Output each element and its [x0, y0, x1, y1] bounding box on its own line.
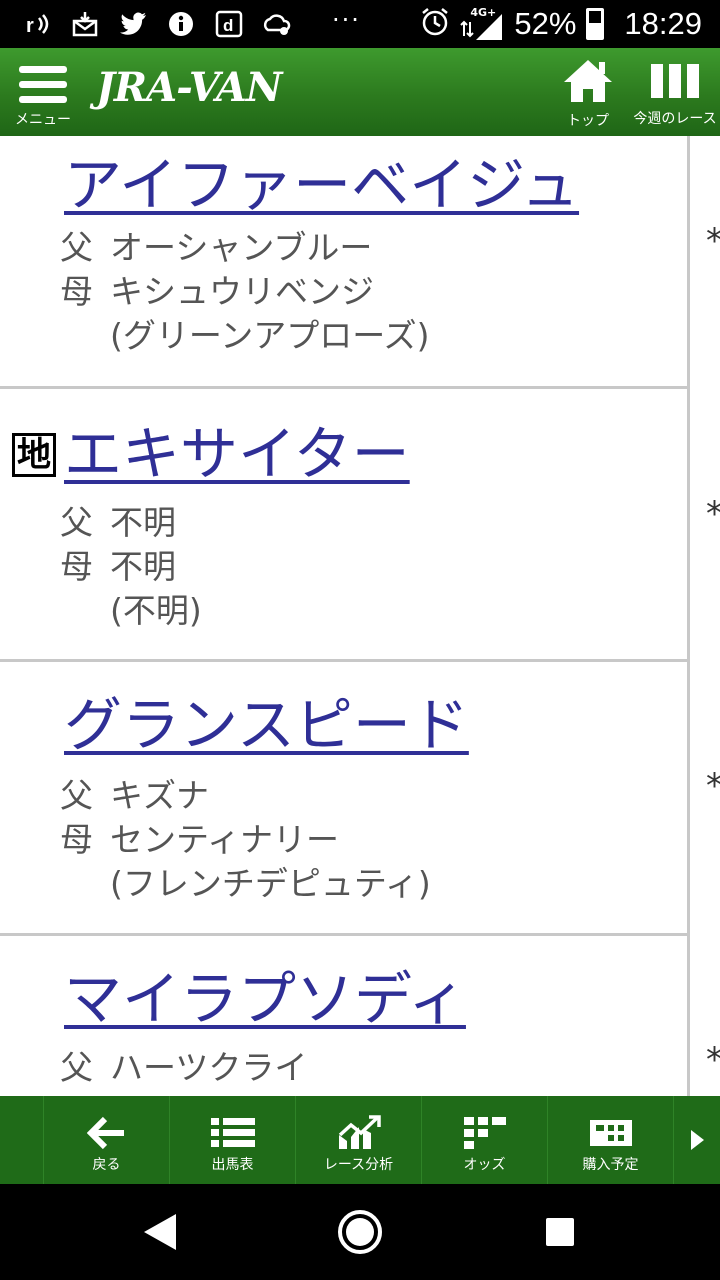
purchase-plan-label: 購入予定: [582, 1157, 639, 1173]
home-circle-icon[interactable]: [336, 1208, 384, 1256]
back-button[interactable]: 戻る: [44, 1096, 170, 1184]
sire-key: 父: [60, 776, 93, 815]
info-icon: [166, 9, 196, 39]
dam-sire-name: (フレンチデピュティ): [110, 864, 431, 903]
recents-square-icon[interactable]: [544, 1216, 576, 1248]
sire-name: 不明: [110, 503, 176, 542]
local-horse-badge: 地: [12, 433, 56, 477]
home-icon: [556, 56, 620, 110]
horse-name-link[interactable]: アイファーベイジュ: [64, 138, 579, 222]
row-star: *: [706, 221, 720, 261]
sire-name: ハーツクライ: [110, 1048, 308, 1087]
horse-row: グランスピード 父キズナ 母センティナリー (フレンチデピュティ): [0, 662, 687, 936]
alarm-icon: [420, 7, 450, 41]
row-star: *: [706, 494, 720, 534]
app-header: メニュー JRA-VAN トップ 今週のレース: [0, 48, 720, 136]
dam-name: 不明: [110, 547, 176, 586]
pedigree: 父不明 母不明 (不明): [60, 501, 202, 633]
this-week-races-button[interactable]: 今週のレース: [630, 56, 720, 132]
horse-row: 地 エキサイター 父不明 母不明 (不明): [0, 389, 687, 662]
row-star: *: [706, 766, 720, 806]
dam-key: 母: [60, 820, 93, 859]
docomo-d-icon: d: [214, 9, 244, 39]
columns-icon: [630, 56, 720, 108]
menu-label: メニュー: [15, 112, 71, 128]
svg-text:d: d: [223, 16, 233, 35]
battery-percent: 52%: [514, 6, 577, 41]
chevron-right-icon: [691, 1130, 704, 1150]
sire-key: 父: [60, 1048, 93, 1087]
race-entries-label: 出馬表: [211, 1157, 254, 1173]
sire-name: キズナ: [110, 776, 209, 815]
android-nav-bar: [0, 1184, 720, 1280]
dam-key: 母: [60, 547, 93, 586]
back-triangle-icon[interactable]: [140, 1212, 180, 1252]
horse-name-link[interactable]: マイラプソディ: [64, 952, 466, 1036]
menu-button[interactable]: メニュー: [12, 60, 74, 130]
signal-r-icon: r: [22, 9, 52, 39]
odds-grid-icon: [422, 1114, 547, 1152]
dam-name: キシュウリベンジ: [110, 272, 374, 311]
sire-key: 父: [60, 228, 93, 267]
download-mail-icon: [70, 9, 100, 39]
network-4g-icon: 4G+: [460, 6, 504, 42]
twitter-icon: [118, 9, 148, 39]
horse-list[interactable]: アイファーベイジュ 父オーシャンブルー 母キシュウリベンジ (グリーンアプローズ…: [0, 136, 720, 1096]
sire-name: オーシャンブルー: [110, 228, 373, 267]
status-bar: r d ··· 4G+ 52% 18:29: [0, 0, 720, 48]
analysis-chart-icon: [296, 1114, 421, 1152]
pedigree: 父キズナ 母センティナリー (フレンチデピュティ): [60, 774, 431, 906]
this-week-label: 今週のレース: [633, 111, 717, 127]
ticket-icon: [548, 1114, 673, 1152]
clock: 18:29: [624, 6, 702, 41]
horse-row: アイファーベイジュ 父オーシャンブルー 母キシュウリベンジ (グリーンアプローズ…: [0, 136, 687, 389]
dam-sire-name: (グリーンアプローズ): [110, 316, 430, 355]
sire-key: 父: [60, 503, 93, 542]
race-entries-button[interactable]: 出馬表: [170, 1096, 296, 1184]
bottom-nav: 戻る 出馬表 レース分析 オッズ 購入予定: [0, 1096, 720, 1184]
back-label: 戻る: [92, 1157, 121, 1173]
list-icon: [170, 1114, 295, 1152]
settings-cloud-icon: [262, 9, 292, 39]
top-button[interactable]: トップ: [556, 56, 620, 132]
jra-van-logo[interactable]: JRA-VAN: [96, 64, 282, 111]
dam-sire-name: (不明): [110, 591, 202, 630]
purchase-plan-button[interactable]: 購入予定: [548, 1096, 674, 1184]
more-notifications-icon: ···: [332, 6, 361, 34]
pedigree: 父ハーツクライ: [60, 1046, 307, 1090]
back-arrow-icon: [44, 1114, 169, 1152]
horse-name-link[interactable]: エキサイター: [64, 407, 410, 491]
battery-icon: [586, 8, 605, 40]
odds-button[interactable]: オッズ: [422, 1096, 548, 1184]
race-analysis-button[interactable]: レース分析: [296, 1096, 422, 1184]
hamburger-icon: [12, 60, 74, 103]
svg-text:r: r: [26, 15, 34, 37]
pedigree: 父オーシャンブルー 母キシュウリベンジ (グリーンアプローズ): [60, 226, 429, 358]
column-divider: [687, 136, 690, 1096]
bottom-nav-spacer: [0, 1096, 44, 1184]
horse-name-link[interactable]: グランスピード: [64, 678, 469, 762]
bottom-nav-next-button[interactable]: [674, 1096, 720, 1184]
top-label: トップ: [567, 113, 609, 129]
row-star: *: [706, 1040, 720, 1080]
race-analysis-label: レース分析: [323, 1157, 394, 1173]
horse-row: マイラプソディ 父ハーツクライ: [0, 936, 687, 1096]
dam-name: センティナリー: [110, 820, 340, 859]
dam-key: 母: [60, 272, 93, 311]
odds-label: オッズ: [463, 1157, 506, 1173]
